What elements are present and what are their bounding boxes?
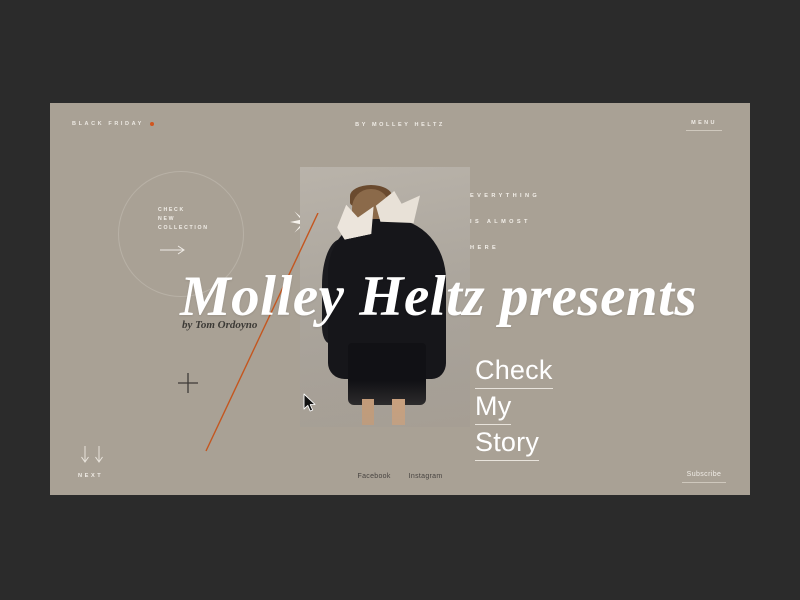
page-title: Molley Heltz presents — [180, 265, 698, 328]
social-link-instagram[interactable]: Instagram — [409, 473, 443, 480]
top-navigation-bar: BLACK FRIDAY BY MOLLEY HELTZ MENU — [50, 103, 750, 149]
double-arrow-down-icon — [81, 446, 103, 463]
brand-by-molley-heltz: BY MOLLEY HELTZ — [355, 122, 445, 128]
social-links: Facebook Instagram — [358, 473, 443, 480]
photo-fade — [300, 381, 470, 427]
landing-page: BLACK FRIDAY BY MOLLEY HELTZ MENU CHECK … — [50, 103, 750, 495]
story-line-1[interactable]: Check — [475, 354, 553, 389]
tagline-line-1: EVERYTHING — [470, 193, 541, 199]
subscribe-button[interactable]: Subscribe — [682, 471, 726, 483]
plus-icon — [178, 373, 198, 393]
subscribe-underline — [682, 482, 726, 483]
page-byline: by Tom Ordoyno — [182, 319, 258, 331]
tagline-block: EVERYTHING IS ALMOST HERE — [470, 183, 540, 261]
tagline-line-3: HERE — [470, 245, 500, 251]
check-my-story-cta[interactable]: Check My Story — [475, 354, 553, 462]
screenshot-frame: BLACK FRIDAY BY MOLLEY HELTZ MENU CHECK … — [0, 0, 800, 600]
social-link-facebook[interactable]: Facebook — [358, 473, 391, 480]
accent-dot-icon — [150, 122, 154, 126]
mouse-cursor-icon — [303, 393, 316, 412]
subscribe-label: Subscribe — [686, 471, 722, 478]
next-button[interactable]: NEXT — [78, 446, 110, 479]
next-label: NEXT — [78, 473, 104, 479]
menu-button[interactable]: MENU — [686, 120, 722, 131]
badge-line-2: NEW — [158, 216, 176, 222]
arrow-right-icon[interactable] — [160, 245, 186, 255]
story-line-3[interactable]: Story — [475, 426, 540, 461]
check-new-collection-badge[interactable]: CHECK NEW COLLECTION — [158, 206, 209, 233]
story-line-2[interactable]: My — [475, 390, 512, 425]
badge-line-1: CHECK — [158, 207, 185, 213]
brand-black-friday[interactable]: BLACK FRIDAY — [72, 121, 144, 127]
tagline-line-2: IS ALMOST — [470, 219, 531, 225]
menu-label: MENU — [691, 120, 717, 126]
menu-underline — [686, 130, 722, 131]
badge-line-3: COLLECTION — [158, 225, 209, 231]
